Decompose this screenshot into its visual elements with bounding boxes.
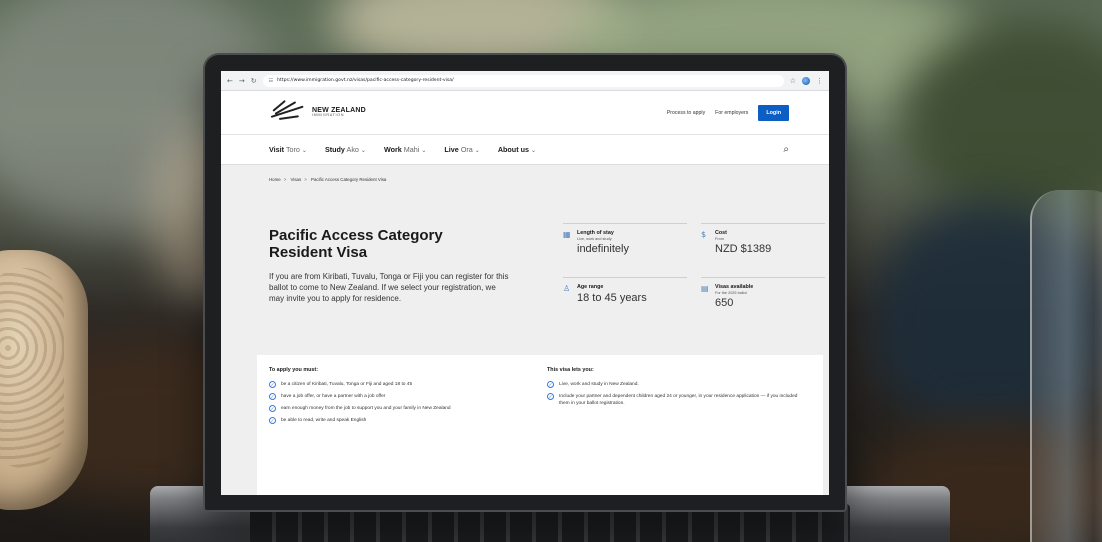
laptop-screen: ← → ↻ ☷ https://www.immigration.govt.nz/… [221, 71, 829, 495]
chevron-down-icon: ⌄ [530, 148, 536, 154]
browser-toolbar: ← → ↻ ☷ https://www.immigration.govt.nz/… [221, 71, 829, 91]
list-item: ✓ have a job offer, or have a partner wit… [269, 393, 386, 400]
nav-item-work[interactable]: Work Mahi ⌄ [384, 145, 426, 154]
chevron-down-icon: ⌄ [421, 148, 427, 154]
calendar-icon: ▦ [563, 230, 571, 239]
list-item: ✓ Include your partner and dependent chil… [547, 393, 798, 406]
site-header: NEW ZEALAND IMMIGRATION Process to apply… [221, 91, 829, 135]
chevron-down-icon: ⌄ [360, 148, 366, 154]
forward-icon[interactable]: → [239, 77, 245, 85]
nav-item-visit[interactable]: Visit Toro ⌄ [269, 145, 307, 154]
must-heading: To apply you must: [269, 367, 319, 373]
fact-visas-available: ▤ Visas available For the 2025 ballot 65… [701, 277, 825, 309]
chevron-down-icon: ⌄ [474, 148, 480, 154]
chevron-down-icon: ⌄ [301, 148, 307, 154]
login-button[interactable]: Login [758, 104, 789, 121]
dollar-icon: $ [701, 230, 707, 239]
page-title: Pacific Access Category Resident Visa [269, 227, 443, 261]
address-bar[interactable]: ☷ https://www.immigration.govt.nz/visas/… [262, 74, 784, 87]
kebab-menu-icon[interactable]: ⋮ [816, 77, 823, 85]
back-icon[interactable]: ← [227, 77, 233, 85]
list-item: ✓ be a citizen of Kiribati, Tuvalu, Tonga… [269, 381, 413, 388]
profile-avatar[interactable] [802, 76, 810, 85]
check-icon: ✓ [269, 405, 276, 412]
breadcrumb-home[interactable]: Home [269, 177, 281, 182]
for-employers-link[interactable]: For employers [715, 110, 748, 116]
nav-item-about-us[interactable]: About us ⌄ [498, 145, 536, 154]
fern-icon [269, 99, 307, 122]
intro-text: If you are from Kiribati, Tuvalu, Tonga … [269, 272, 509, 304]
lets-column: This visa lets you: ✓ Live, work and stud… [547, 367, 807, 412]
lets-heading: This visa lets you: [547, 367, 594, 373]
must-column: To apply you must: ✓ be a citizen of Kiri… [269, 367, 529, 429]
laptop: ← → ↻ ☷ https://www.immigration.govt.nz/… [205, 55, 845, 510]
search-icon[interactable]: ⌕ [783, 144, 789, 155]
logo-subtitle: IMMIGRATION [312, 113, 345, 118]
star-icon[interactable]: ☆ [790, 77, 796, 85]
reload-icon[interactable]: ↻ [251, 77, 257, 85]
nav-item-study[interactable]: Study Ako ⌄ [325, 145, 366, 154]
page-content: Home > Visas > Pacific Access Category Res… [221, 165, 829, 495]
check-icon: ✓ [269, 417, 276, 424]
breadcrumb-visas[interactable]: Visas [291, 177, 302, 182]
process-to-apply-link[interactable]: Process to apply [667, 110, 705, 116]
requirements-panel: To apply you must: ✓ be a citizen of Kiri… [257, 355, 823, 495]
nz-immigration-logo[interactable]: NEW ZEALAND IMMIGRATION [269, 99, 366, 122]
url-text: https://www.immigration.govt.nz/visas/pa… [277, 78, 454, 83]
check-icon: ✓ [269, 381, 276, 388]
check-icon: ✓ [547, 381, 554, 388]
glass-bottle [1030, 190, 1102, 542]
site: NEW ZEALAND IMMIGRATION Process to apply… [221, 91, 829, 165]
list-item: ✓ Live, work and study in New Zealand. [547, 381, 639, 388]
nav-item-live[interactable]: Live Ora ⌄ [444, 145, 479, 154]
person-icon: ♙ [563, 284, 571, 293]
fact-cost: $ Cost From NZD $1389 [701, 223, 825, 255]
breadcrumb: Home > Visas > Pacific Access Category Res… [269, 177, 387, 182]
fact-age-range: ♙ Age range 18 to 45 years [563, 277, 687, 304]
ceramic-bowl [0, 250, 88, 510]
document-icon: ▤ [701, 284, 709, 293]
utility-links: Process to apply For employers Login [667, 104, 789, 121]
check-icon: ✓ [269, 393, 276, 400]
list-item: ✓ be able to read, write and speak Englis… [269, 417, 367, 424]
fact-length-of-stay: ▦ Length of stay Live, work and study in… [563, 223, 687, 255]
list-item: ✓ earn enough money from the job to suppo… [269, 405, 451, 412]
main-navigation: Visit Toro ⌄ Study Ako ⌄ Work Mahi ⌄ Live O… [221, 135, 829, 165]
check-icon: ✓ [547, 393, 554, 400]
site-settings-icon[interactable]: ☷ [269, 78, 273, 84]
breadcrumb-current: Pacific Access Category Resident Visa [311, 177, 387, 182]
